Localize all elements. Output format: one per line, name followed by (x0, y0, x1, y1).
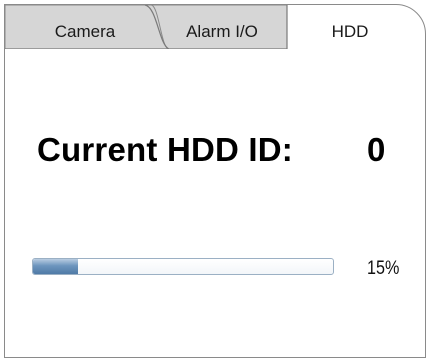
tab-bar: Camera Alarm I/O HDD (5, 5, 425, 49)
hdd-panel: Camera Alarm I/O HDD Current HDD ID: 0 1… (4, 4, 426, 358)
tab-hdd[interactable]: HDD (305, 22, 395, 42)
hdd-progress-bar (32, 258, 334, 275)
current-hdd-id-label: Current HDD ID: (37, 131, 293, 168)
hdd-progress-percent: 15% (367, 258, 400, 279)
tab-camera[interactable]: Camera (15, 22, 155, 42)
current-hdd-id-value: 0 (367, 131, 386, 168)
hdd-progress-fill (33, 259, 78, 274)
tab-alarm-io[interactable]: Alarm I/O (157, 22, 287, 42)
